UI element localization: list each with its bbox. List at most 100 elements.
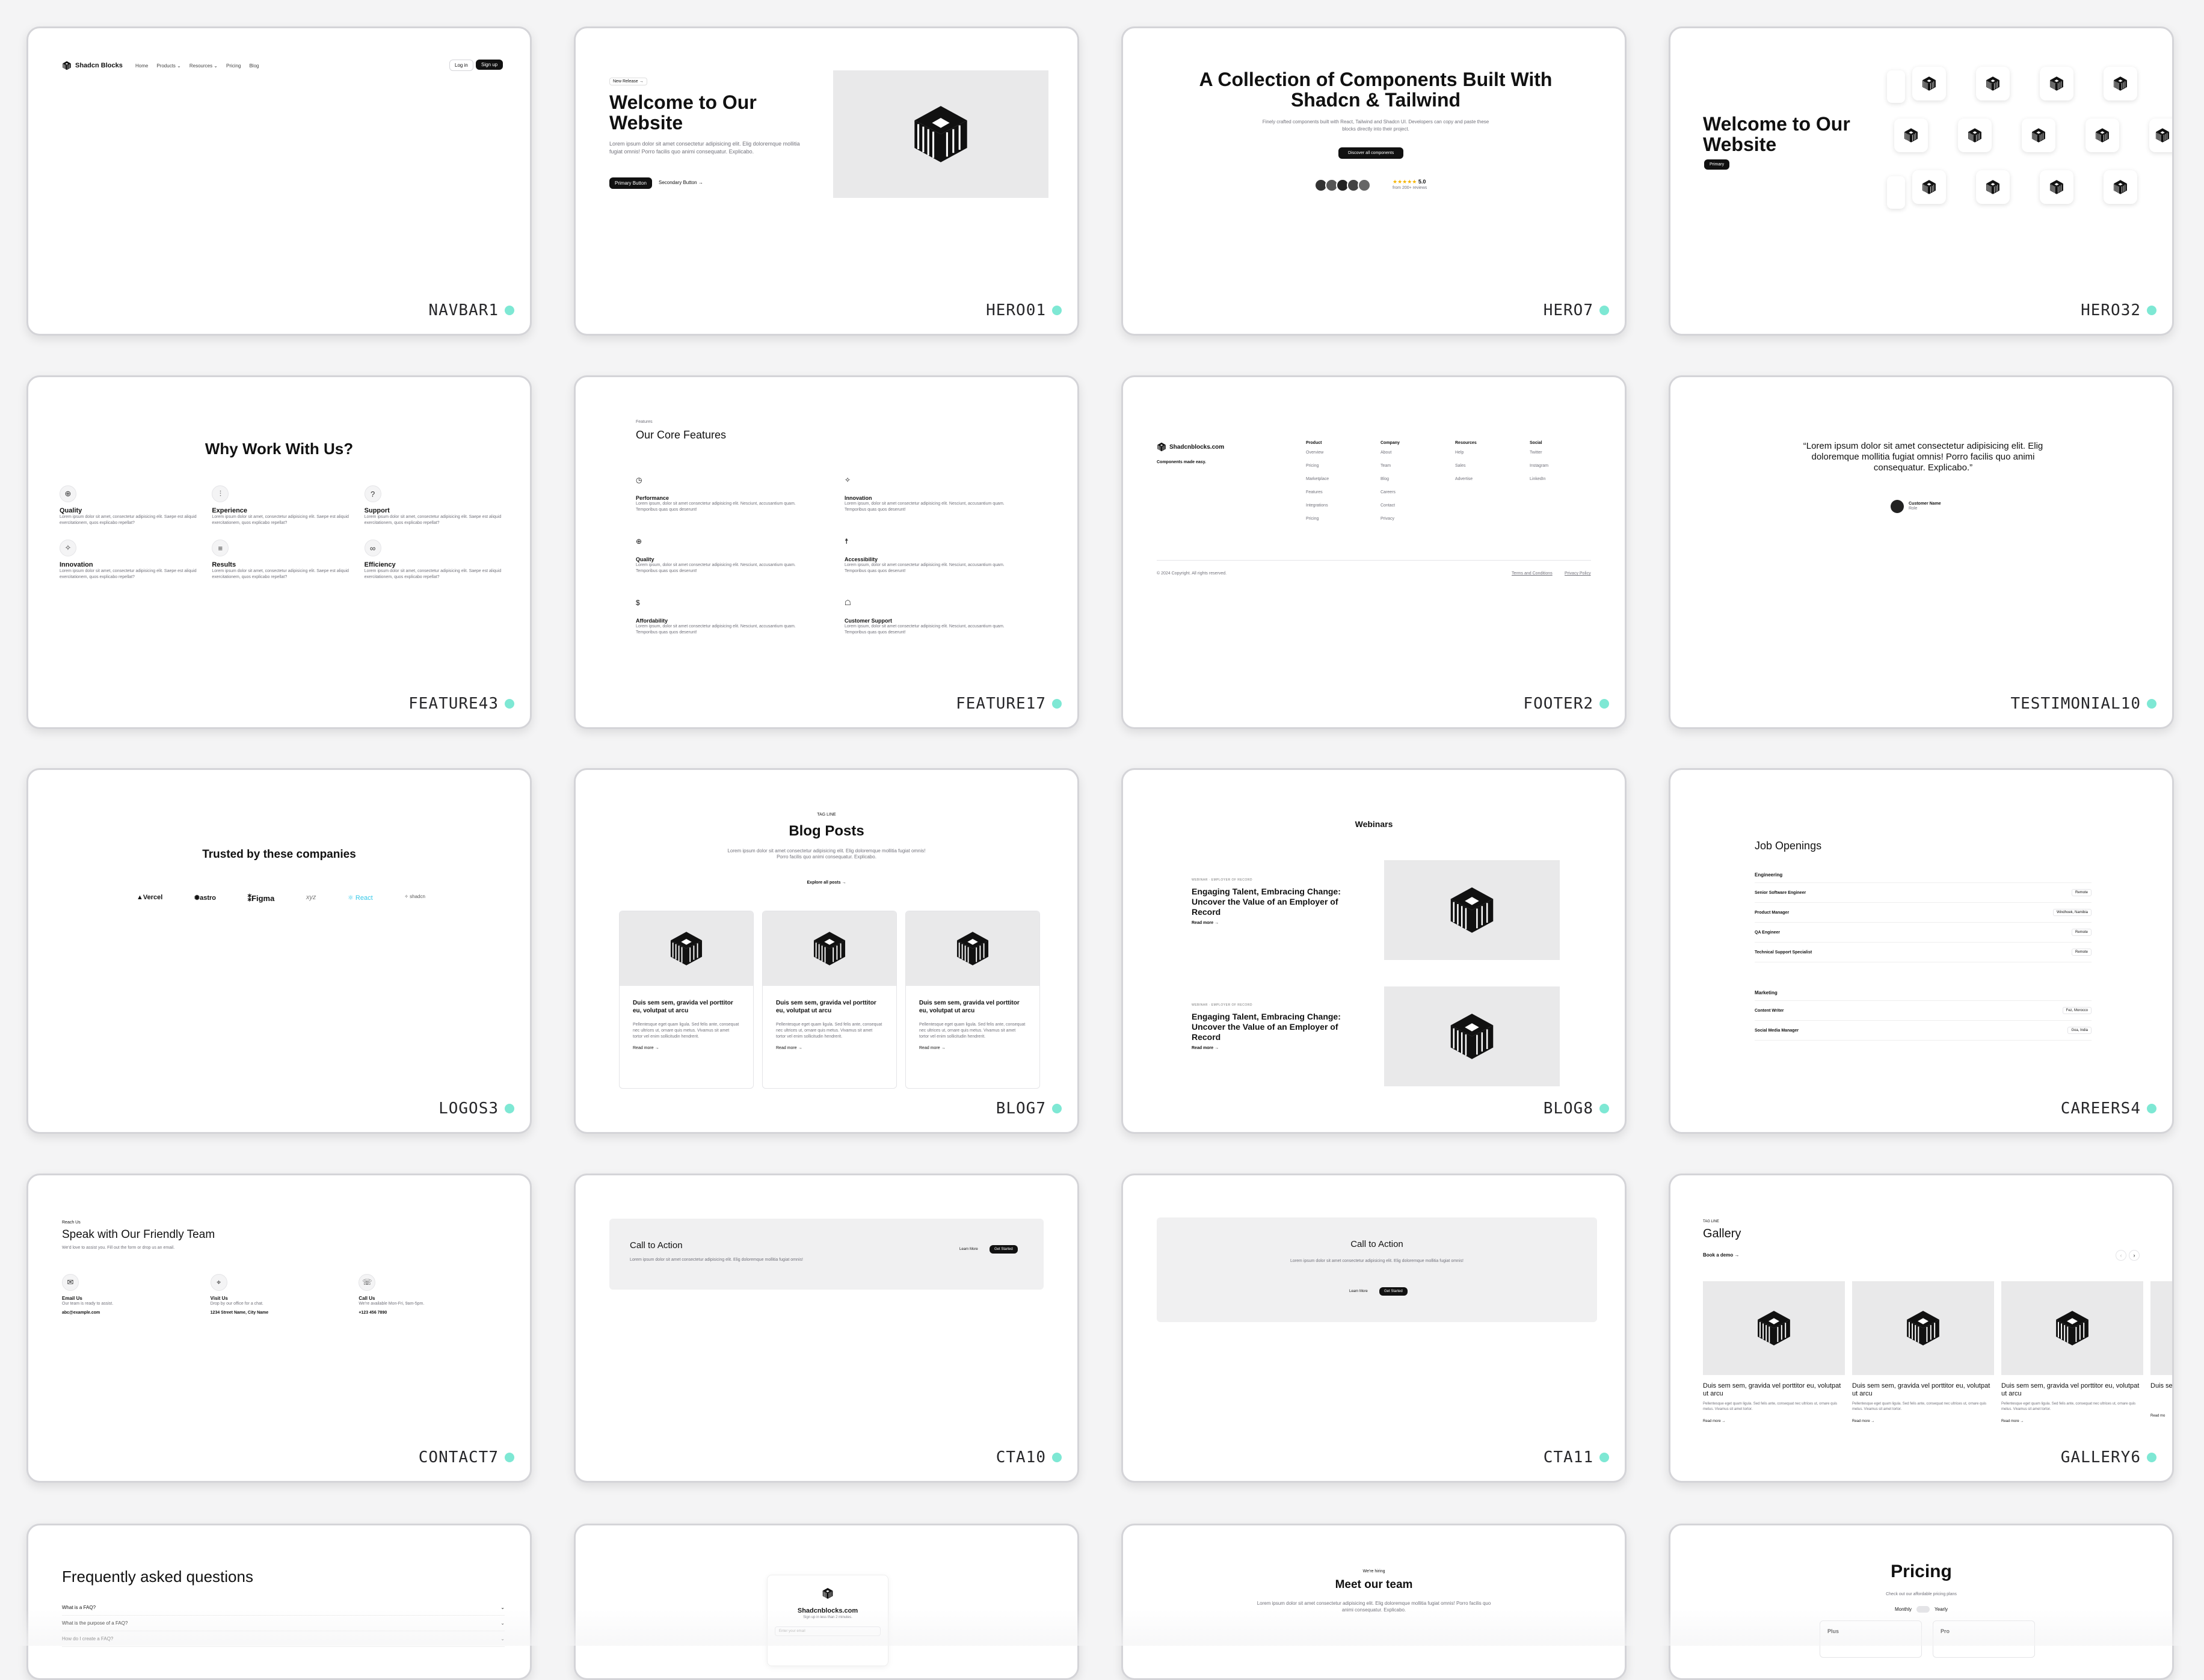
faq-item[interactable]: What is a FAQ? ⌄: [62, 1600, 505, 1616]
discover-button[interactable]: Discover all components: [1338, 147, 1404, 159]
feature-title: Affordability: [636, 618, 668, 624]
gallery-item[interactable]: Duis sem sem, gravida vel porttitor eu, …: [1703, 1281, 1845, 1423]
signup-button[interactable]: Sign up: [476, 60, 503, 70]
logo-tile: [2149, 118, 2172, 152]
terms-link[interactable]: Terms and Conditions: [1512, 571, 1553, 577]
privacy-link[interactable]: Privacy Policy: [1565, 571, 1591, 577]
avatar: [1358, 179, 1371, 192]
book-demo-link[interactable]: Book a demo →: [1703, 1252, 1739, 1258]
gallery-item[interactable]: Duis sem sem, gravida vel porttitor eu, …: [1852, 1281, 1994, 1423]
get-started-button[interactable]: Get Started: [990, 1245, 1018, 1254]
job-row[interactable]: Senior Software Engineer Remote: [1755, 882, 2092, 902]
footer-link[interactable]: Pricing: [1306, 516, 1352, 522]
card-gallery6[interactable]: TAG LINE Gallery Book a demo → ‹ › Duis …: [1669, 1174, 2174, 1483]
footer-link[interactable]: Sales: [1455, 463, 1501, 469]
gallery-item[interactable]: Duis sem sem, gravida vel porttitor eu, …: [2001, 1281, 2143, 1423]
login-button[interactable]: Log in: [449, 60, 473, 71]
job-row[interactable]: Content Writer Fez, Morocco: [1755, 1000, 2092, 1020]
read-more-link[interactable]: Read more →: [633, 1046, 740, 1050]
faq-item[interactable]: How do I create a FAQ? ⌄: [62, 1631, 505, 1647]
contact-value[interactable]: abc@example.com: [62, 1311, 211, 1315]
card-hero7[interactable]: A Collection of Components Built With Sh…: [1121, 26, 1627, 336]
footer-link[interactable]: Blog: [1381, 476, 1426, 482]
nav-link-resources[interactable]: Resources ⌄: [189, 63, 218, 69]
card-signup[interactable]: Shadcnblocks.com Sign up in less than 2 …: [574, 1524, 1079, 1680]
card-feature43[interactable]: Why Work With Us? ⊕ Quality Lorem ipsum do…: [26, 375, 532, 729]
footer-brand[interactable]: Shadcnblocks.com: [1157, 442, 1224, 452]
nav-link-pricing[interactable]: Pricing: [226, 63, 241, 69]
read-more-link[interactable]: Read more →: [1852, 1420, 1994, 1423]
explore-link[interactable]: Explore all posts →: [576, 881, 1077, 885]
job-row[interactable]: Product Manager Windhoek, Namibia: [1755, 902, 2092, 922]
read-more-link[interactable]: Read more →: [1703, 1420, 1845, 1423]
card-navbar1[interactable]: Shadcn Blocks Home Products ⌄ Resources …: [26, 26, 532, 336]
card-feature17[interactable]: Features Our Core Features ◷ Performance L…: [574, 375, 1079, 729]
footer-link[interactable]: Contact: [1381, 503, 1426, 509]
footer-link[interactable]: Features: [1306, 490, 1352, 496]
webinar-post[interactable]: WEBINAR · EMPLOYER OF RECORD Engaging Ta…: [1192, 878, 1348, 925]
card-contact7[interactable]: Reach Us Speak with Our Friendly Team We…: [26, 1174, 532, 1483]
card-testimonial10[interactable]: “Lorem ipsum dolor sit amet consectetur …: [1669, 375, 2174, 729]
footer-link[interactable]: Instagram: [1530, 463, 1575, 469]
card-hero1[interactable]: New Release → Welcome to Our Website Lor…: [574, 26, 1079, 336]
release-badge[interactable]: New Release →: [609, 78, 647, 85]
email-input[interactable]: Enter your email: [775, 1626, 881, 1636]
footer-link[interactable]: Twitter: [1530, 450, 1575, 456]
contact-value[interactable]: 1234 Street Name, City Name: [211, 1311, 359, 1315]
read-more-link[interactable]: Read more →: [1192, 921, 1348, 925]
get-started-button[interactable]: Get Started: [1379, 1287, 1408, 1296]
card-cta10[interactable]: Call to Action Lorem ipsum dolor sit ame…: [574, 1174, 1079, 1483]
learn-more-button[interactable]: Learn More: [1344, 1287, 1373, 1296]
footer-link[interactable]: Advertise: [1455, 476, 1501, 482]
navbar-brand[interactable]: Shadcn Blocks: [62, 61, 123, 70]
card-careers4[interactable]: Job Openings Engineering Senior Software…: [1669, 768, 2174, 1134]
webinar-post[interactable]: WEBINAR · EMPLOYER OF RECORD Engaging Ta…: [1192, 1003, 1348, 1050]
secondary-button[interactable]: Secondary Button →: [654, 177, 708, 188]
read-more-link[interactable]: Read mo: [2150, 1414, 2172, 1418]
read-more-link[interactable]: Read more →: [919, 1046, 1026, 1050]
footer-link[interactable]: Overview: [1306, 450, 1352, 456]
read-more-link[interactable]: Read more →: [776, 1046, 883, 1050]
pricing-plan-card[interactable]: Plus: [1820, 1620, 1922, 1658]
footer-link[interactable]: Marketplace: [1306, 476, 1352, 482]
card-pricing[interactable]: Pricing Check out our affordable pricing…: [1669, 1524, 2174, 1680]
card-blog7[interactable]: TAG LINE Blog Posts Lorem ipsum dolor si…: [574, 768, 1079, 1134]
pricing-plan-card[interactable]: Pro: [1933, 1620, 2035, 1658]
learn-more-button[interactable]: Learn More: [955, 1245, 983, 1254]
card-team[interactable]: We're hiring Meet our team Lorem ipsum d…: [1121, 1524, 1627, 1680]
prev-arrow-icon[interactable]: ‹: [2116, 1250, 2126, 1261]
nav-link-products[interactable]: Products ⌄: [156, 63, 181, 69]
read-more-link[interactable]: Read more →: [1192, 1046, 1348, 1050]
job-row[interactable]: QA Engineer Remote: [1755, 922, 2092, 942]
footer-link[interactable]: Team: [1381, 463, 1426, 469]
nav-link-blog[interactable]: Blog: [249, 63, 259, 69]
footer-link[interactable]: Integrations: [1306, 503, 1352, 509]
toggle-switch[interactable]: [1916, 1606, 1930, 1613]
primary-button[interactable]: Primary: [1704, 159, 1730, 170]
job-row[interactable]: Technical Support Specialist Remote: [1755, 942, 2092, 962]
read-more-link[interactable]: Read more →: [2001, 1420, 2143, 1423]
contact-value[interactable]: +123 456 7890: [359, 1311, 507, 1315]
card-hero32[interactable]: Welcome to Our Website Primary HERO32: [1669, 26, 2174, 336]
job-row[interactable]: Social Media Manager Goa, India: [1755, 1020, 2092, 1041]
card-blog8[interactable]: Webinars WEBINAR · EMPLOYER OF RECORD En…: [1121, 768, 1627, 1134]
card-logos3[interactable]: Trusted by these companies ▲Vercel ✺astr…: [26, 768, 532, 1134]
footer-link[interactable]: Pricing: [1306, 463, 1352, 469]
primary-button[interactable]: Primary Button: [609, 177, 652, 189]
billing-toggle[interactable]: Monthly Yearly: [1670, 1606, 2172, 1613]
blog-card[interactable]: Duis sem sem, gravida vel porttitor eu, …: [905, 911, 1040, 1089]
footer-link[interactable]: Privacy: [1381, 516, 1426, 522]
footer-link[interactable]: Careers: [1381, 490, 1426, 496]
footer-link[interactable]: Help: [1455, 450, 1501, 456]
card-footer2[interactable]: Shadcnblocks.com Components made easy. P…: [1121, 375, 1627, 729]
footer-link[interactable]: About: [1381, 450, 1426, 456]
next-arrow-icon[interactable]: ›: [2129, 1250, 2140, 1261]
blog-card[interactable]: Duis sem sem, gravida vel porttitor eu, …: [619, 911, 754, 1089]
card-faq[interactable]: Frequently asked questions What is a FAQ…: [26, 1524, 532, 1680]
gallery-item-partial[interactable]: Duis se Read mo: [2150, 1281, 2172, 1418]
footer-link[interactable]: LinkedIn: [1530, 476, 1575, 482]
card-cta11[interactable]: Call to Action Lorem ipsum dolor sit ame…: [1121, 1174, 1627, 1483]
nav-link-home[interactable]: Home: [135, 63, 148, 69]
faq-item[interactable]: What is the purpose of a FAQ? ⌄: [62, 1616, 505, 1631]
blog-card[interactable]: Duis sem sem, gravida vel porttitor eu, …: [762, 911, 897, 1089]
